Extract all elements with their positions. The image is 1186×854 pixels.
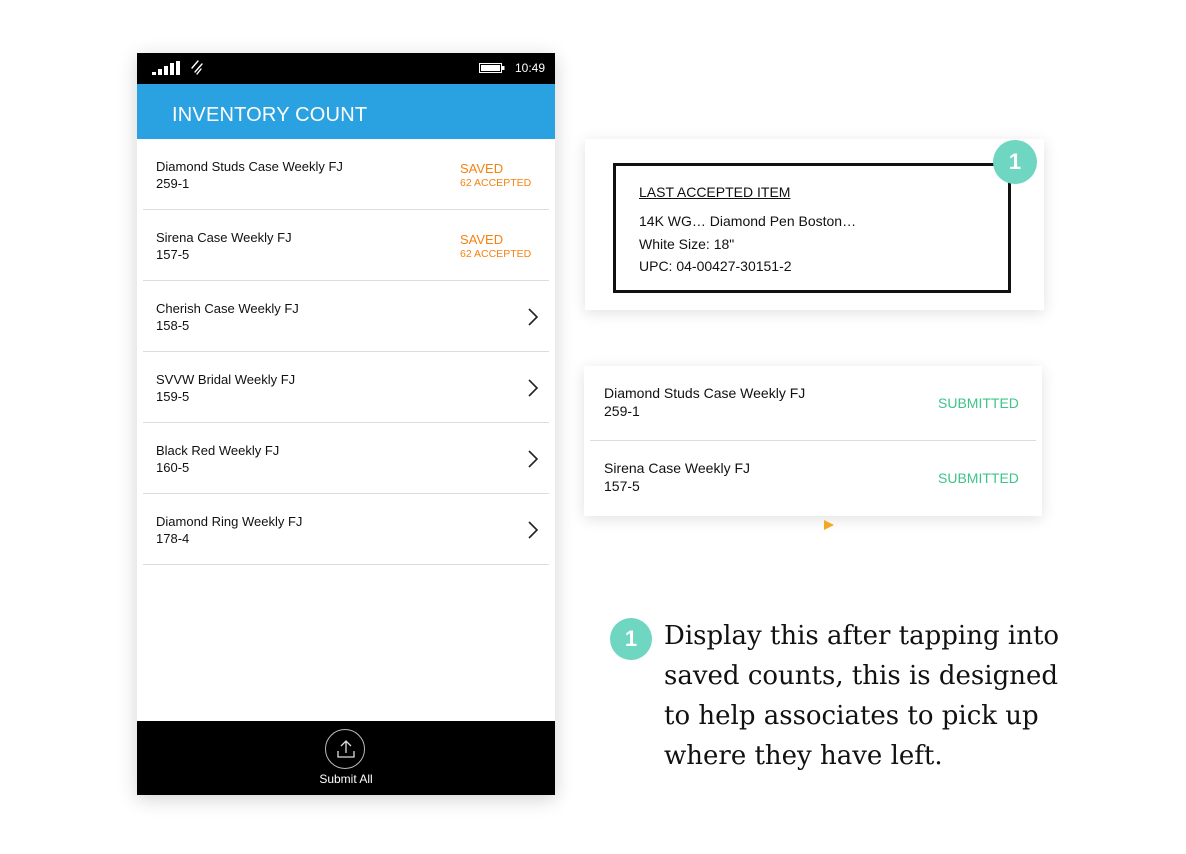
list-item-submitted[interactable]: Sirena Case Weekly FJ 157-5 SUBMITTED [590,441,1036,515]
count-list: Diamond Studs Case Weekly FJ 259-1 SAVED… [137,139,555,565]
bottom-bar: Submit All [137,721,555,795]
count-name: SVVW Bridal Weekly FJ [156,372,296,387]
list-item-count[interactable]: Diamond Ring Weekly FJ 178-4 [143,494,549,565]
upload-icon [337,740,355,758]
count-code: 178-4 [156,531,190,546]
signal-icon [152,61,180,75]
chevron-right-icon [528,450,539,468]
count-code: 157-5 [156,247,190,262]
note-line: Display this after tapping into [664,621,1060,651]
phone-screen: 10:49 INVENTORY COUNT Diamond Studs Case… [137,53,555,795]
submitted-code: 259-1 [604,403,640,419]
submit-all-label[interactable]: Submit All [137,772,555,786]
count-code: 159-5 [156,389,190,404]
submitted-status: SUBMITTED [938,395,1019,411]
status-time: 10:49 [515,61,546,75]
accepted-count: 62 ACCEPTED [460,177,532,189]
submitted-name: Diamond Studs Case Weekly FJ [604,385,806,401]
chevron-right-icon [528,308,539,326]
last-accepted-frame: LAST ACCEPTED ITEM 14K WG… Diamond Pen B… [613,163,1011,293]
callout-badge: 1 [993,140,1037,184]
last-accepted-card: LAST ACCEPTED ITEM 14K WG… Diamond Pen B… [585,139,1044,310]
saved-status: SAVED [460,161,504,176]
count-code: 160-5 [156,460,190,475]
list-item-count[interactable]: Sirena Case Weekly FJ 157-5 SAVED 62 ACC… [143,210,549,281]
wifi-icon [191,60,203,75]
list-item-count[interactable]: Diamond Studs Case Weekly FJ 259-1 SAVED… [143,139,549,210]
page-title: INVENTORY COUNT [172,104,368,126]
submitted-status: SUBMITTED [938,470,1019,486]
count-name: Diamond Studs Case Weekly FJ [156,159,343,174]
list-item-count[interactable]: Black Red Weekly FJ 160-5 [143,423,549,494]
saved-status: SAVED [460,232,504,247]
chevron-right-icon [528,521,539,539]
status-bar: 10:49 [137,53,555,84]
pointer-arrow-icon [824,520,834,530]
count-name: Cherish Case Weekly FJ [156,301,299,316]
list-item-submitted[interactable]: Diamond Studs Case Weekly FJ 259-1 SUBMI… [590,366,1036,441]
app-header: INVENTORY COUNT [137,84,555,139]
last-accepted-size: White Size: 18" [639,236,735,252]
note-line: where they have left. [664,741,943,771]
submitted-name: Sirena Case Weekly FJ [604,460,751,476]
count-code: 259-1 [156,176,190,191]
chevron-right-icon [528,379,539,397]
battery-icon [479,63,505,73]
count-name: Sirena Case Weekly FJ [156,230,292,245]
count-name: Diamond Ring Weekly FJ [156,514,303,529]
list-item-count[interactable]: SVVW Bridal Weekly FJ 159-5 [143,352,549,423]
submit-all-button[interactable] [325,729,365,769]
list-item-count[interactable]: Cherish Case Weekly FJ 158-5 [143,281,549,352]
note-line: saved counts, this is designed [664,661,1058,691]
last-accepted-title: LAST ACCEPTED ITEM [639,184,791,200]
last-accepted-item: 14K WG… Diamond Pen Boston… [639,213,857,229]
accepted-count: 62 ACCEPTED [460,248,532,260]
last-accepted-upc: UPC: 04-00427-30151-2 [639,258,792,274]
submitted-code: 157-5 [604,478,640,494]
count-name: Black Red Weekly FJ [156,443,280,458]
note-badge: 1 [610,618,652,660]
count-code: 158-5 [156,318,190,333]
submitted-card: Diamond Studs Case Weekly FJ 259-1 SUBMI… [584,366,1042,516]
note-text: Display this after tapping into saved co… [664,616,1064,776]
note-line: to help associates to pick up [664,701,1039,731]
